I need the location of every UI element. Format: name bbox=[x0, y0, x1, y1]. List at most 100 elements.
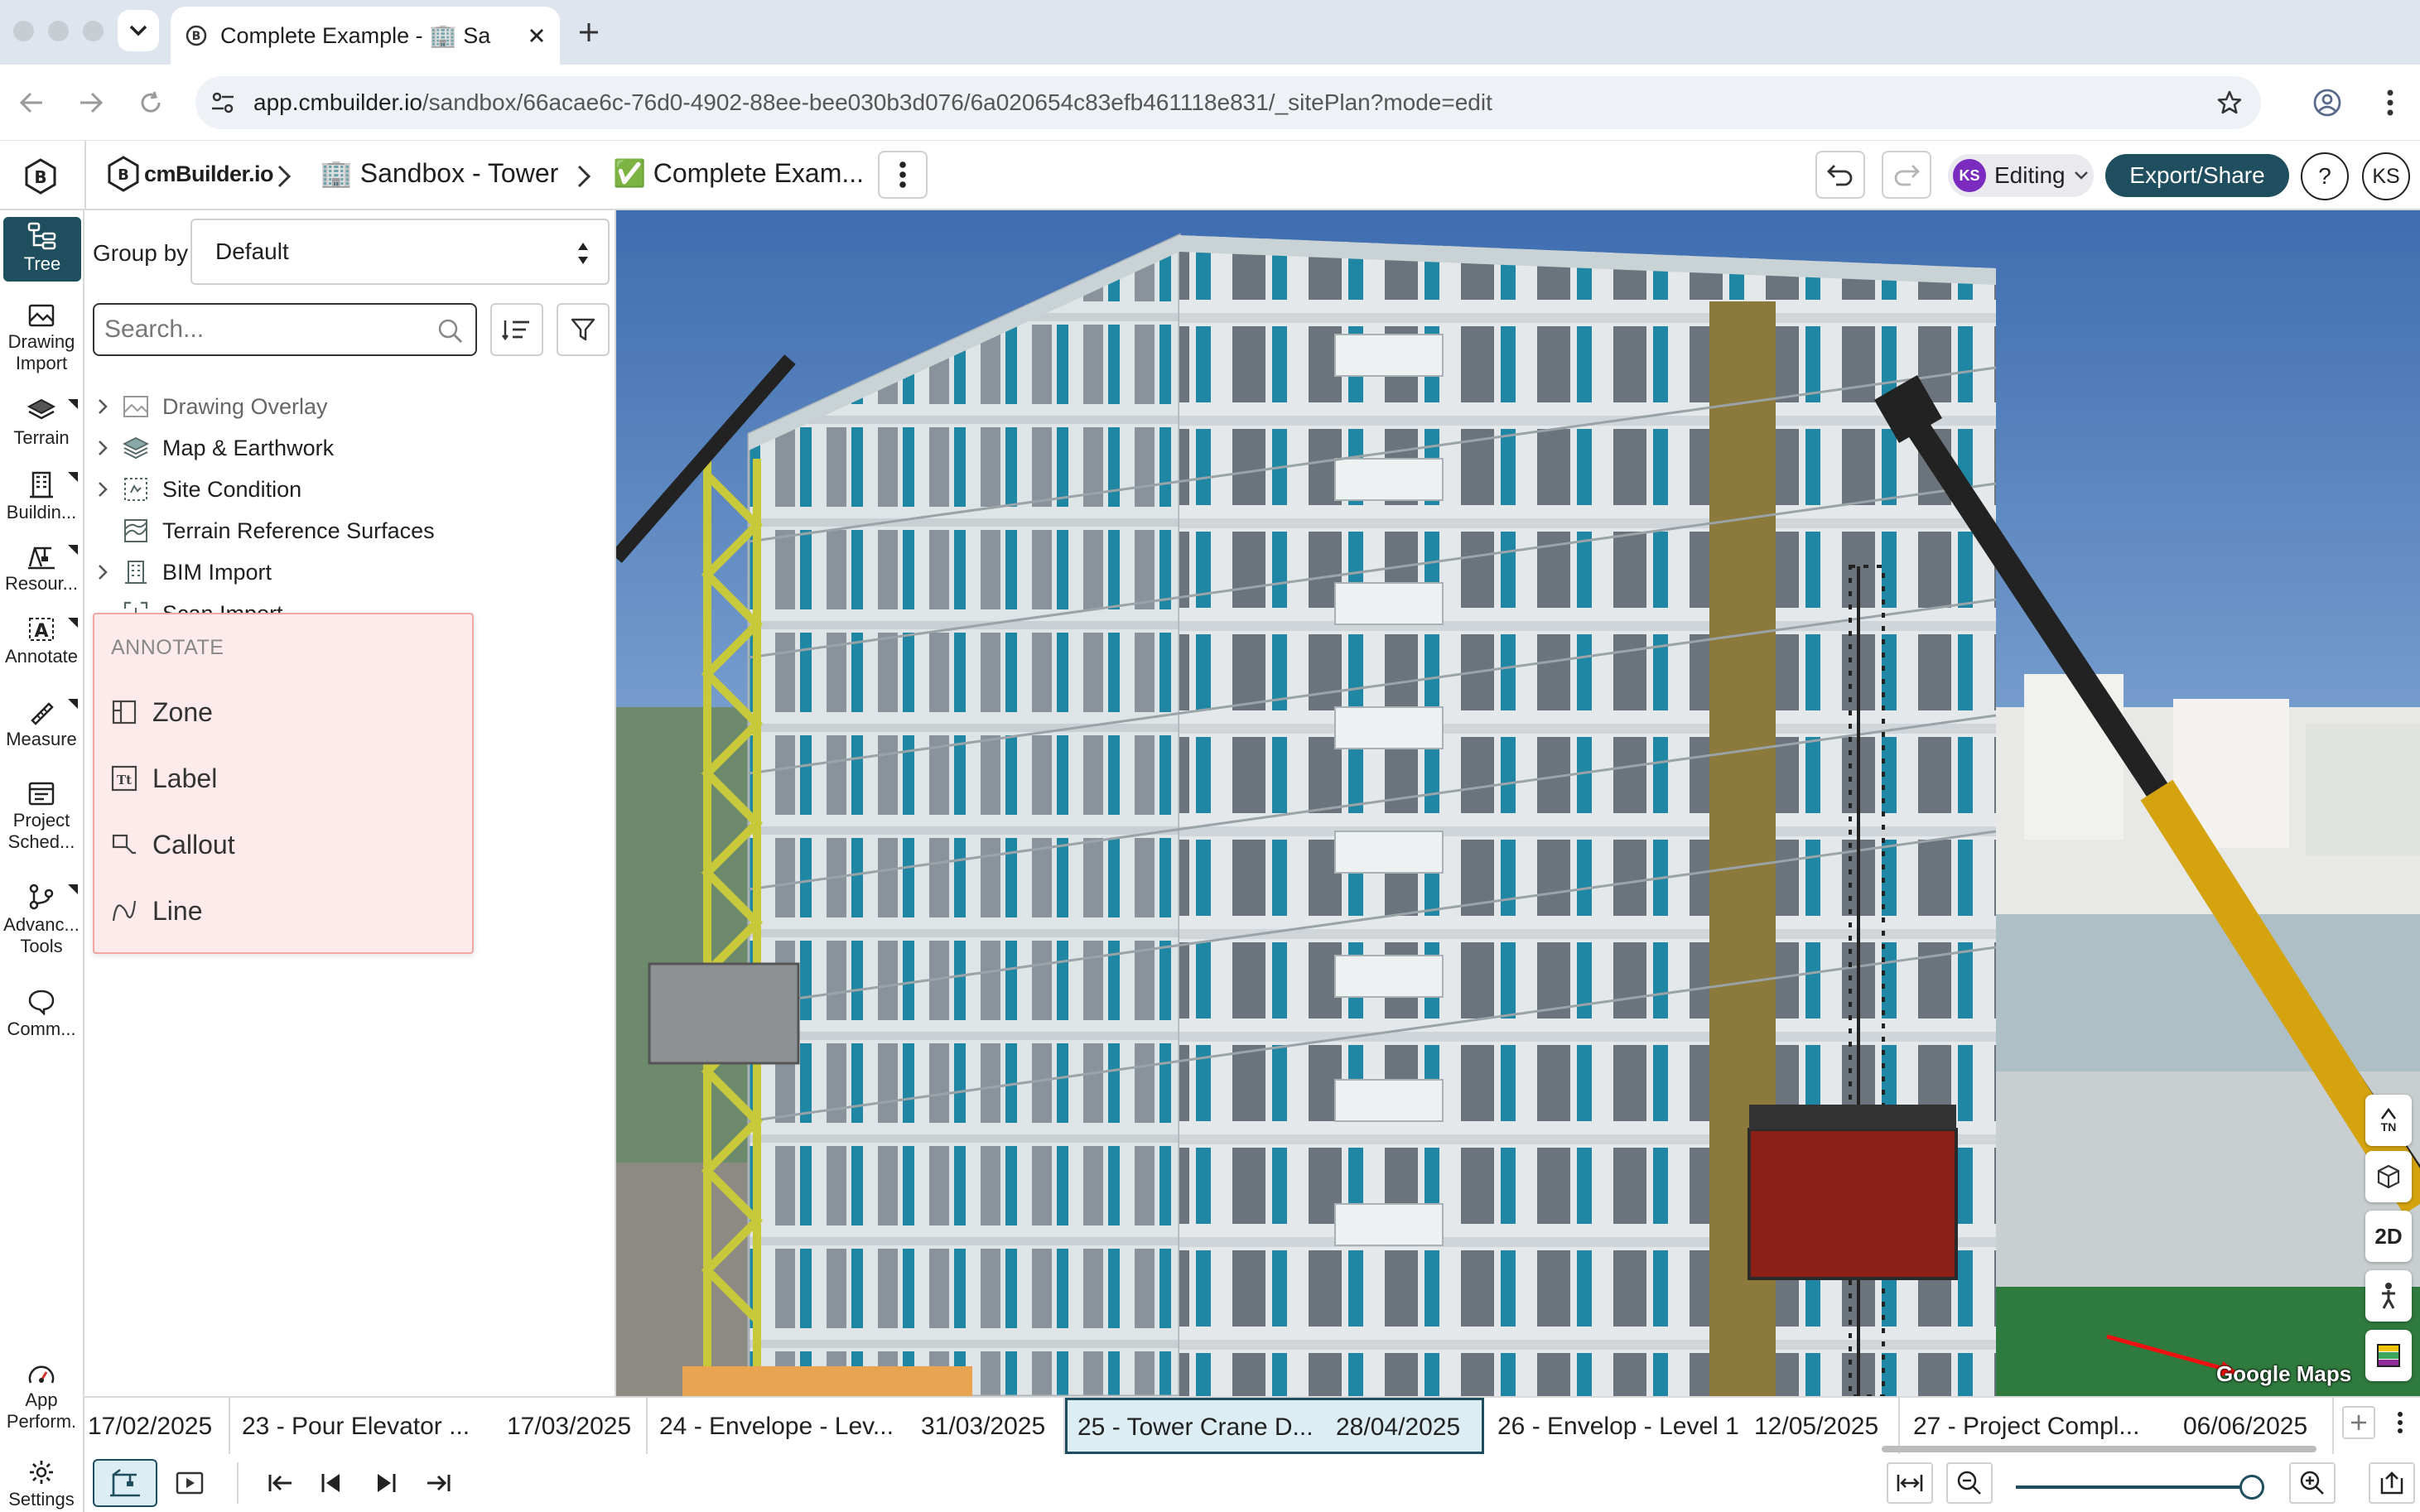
tree-sort-button[interactable] bbox=[490, 303, 543, 356]
timeline-segment[interactable]: 17/02/2025 bbox=[84, 1398, 230, 1454]
search-input[interactable] bbox=[104, 315, 419, 344]
ruler-pencil-icon bbox=[31, 702, 54, 725]
browser-tab-active[interactable]: B Complete Example - 🏢 Sa bbox=[171, 7, 560, 65]
view-cube-button[interactable] bbox=[2365, 1151, 2412, 1202]
window-close-button[interactable] bbox=[13, 21, 34, 41]
tree-item-label: Terrain Reference Surfaces bbox=[162, 518, 435, 543]
walk-mode-button[interactable] bbox=[2365, 1270, 2412, 1322]
building-icon bbox=[30, 471, 53, 498]
chevron-right-icon[interactable] bbox=[98, 481, 108, 498]
export-share-button[interactable]: Export/Share bbox=[2105, 154, 2289, 197]
annotate-line-item[interactable]: Line bbox=[109, 886, 457, 936]
site-settings-icon[interactable] bbox=[210, 91, 235, 114]
true-north-button[interactable]: TN bbox=[2365, 1095, 2412, 1146]
undo-button[interactable] bbox=[1815, 151, 1865, 199]
skip-to-end-button[interactable] bbox=[417, 1462, 459, 1504]
close-icon[interactable] bbox=[528, 27, 545, 44]
groupby-select[interactable]: Default bbox=[190, 219, 610, 285]
timeline-segment[interactable]: 26 - Envelop - Level 1 12/05/2025 bbox=[1484, 1398, 1900, 1454]
rail-app-performance-button[interactable]: App Perform. bbox=[0, 1363, 83, 1433]
tree-search-field[interactable] bbox=[93, 303, 477, 356]
zoom-out-button[interactable] bbox=[1946, 1462, 1993, 1504]
rail-settings-button[interactable]: Settings bbox=[0, 1459, 83, 1510]
step-back-button[interactable] bbox=[311, 1462, 353, 1504]
redo-button[interactable] bbox=[1882, 151, 1931, 199]
address-bar[interactable]: app.cmbuilder.io/sandbox/66acae6c-76d0-4… bbox=[195, 76, 2261, 129]
forward-button[interactable] bbox=[73, 84, 109, 121]
tree-item-drawing-overlay[interactable]: Drawing Overlay bbox=[84, 388, 615, 426]
chevron-right-icon[interactable] bbox=[98, 398, 108, 415]
annotate-item-label: Label bbox=[152, 763, 218, 793]
browser-toolbar: app.cmbuilder.io/sandbox/66acae6c-76d0-4… bbox=[0, 65, 2420, 141]
tree-item-terrain-reference-surfaces[interactable]: Terrain Reference Surfaces bbox=[84, 512, 615, 550]
rail-measure-button[interactable]: Measure bbox=[0, 697, 83, 750]
chevron-right-icon[interactable] bbox=[98, 564, 108, 580]
help-button[interactable]: ? bbox=[2301, 152, 2349, 200]
profile-button[interactable] bbox=[2309, 84, 2345, 121]
tree-item-map-earthwork[interactable]: Map & Earthwork bbox=[84, 429, 615, 467]
bookmark-star-icon[interactable] bbox=[2216, 89, 2243, 116]
zoom-slider-track[interactable] bbox=[2016, 1486, 2264, 1489]
user-initials: KS bbox=[2372, 164, 2400, 188]
skip-to-start-button[interactable] bbox=[260, 1462, 301, 1504]
google-maps-attribution: Google Maps bbox=[2216, 1361, 2352, 1386]
rail-tree-button[interactable]: Tree bbox=[3, 217, 81, 282]
timeline-segment-active[interactable]: 25 - Tower Crane D... 28/04/2025 bbox=[1065, 1398, 1484, 1454]
timeline-more-button[interactable] bbox=[2384, 1406, 2417, 1439]
editing-mode-dropdown[interactable]: KS Editing bbox=[1948, 154, 2094, 197]
rail-advanced-tools-button[interactable]: Advanc... Tools bbox=[0, 883, 83, 957]
add-phase-button[interactable] bbox=[2342, 1406, 2375, 1439]
window-minimize-button[interactable] bbox=[48, 21, 69, 41]
rail-drawing-import-button[interactable]: Drawing Import bbox=[0, 303, 83, 374]
breadcrumb-project[interactable]: 🏢 Sandbox - Tower bbox=[320, 157, 558, 189]
cmbuilder-logo[interactable]: B cmBuilder.io bbox=[106, 156, 274, 192]
rail-building-button[interactable]: Buildin... bbox=[0, 470, 83, 523]
breadcrumb-plan[interactable]: ✅ Complete Exam... bbox=[613, 157, 864, 189]
user-avatar-button[interactable]: KS bbox=[2362, 152, 2410, 200]
timeline-segment[interactable]: 23 - Pour Elevator ... 17/03/2025 bbox=[230, 1398, 648, 1454]
cmbuilder-app-logo-icon[interactable]: B bbox=[22, 157, 60, 195]
svg-text:Tt: Tt bbox=[117, 773, 132, 787]
rail-label: Advanc... bbox=[3, 914, 80, 935]
browser-menu-button[interactable] bbox=[2372, 84, 2408, 121]
tree-item-bim-import[interactable]: BIM Import bbox=[84, 553, 615, 591]
plan-more-button[interactable] bbox=[878, 151, 928, 199]
2d-view-button[interactable]: 2D bbox=[2365, 1211, 2412, 1262]
tree-item-label: Site Condition bbox=[162, 476, 302, 502]
layer-style-button[interactable] bbox=[2365, 1330, 2412, 1381]
2d-label: 2D bbox=[2374, 1223, 2403, 1249]
back-button[interactable] bbox=[13, 84, 50, 121]
drawing-overlay-icon bbox=[123, 396, 148, 417]
reload-button[interactable] bbox=[133, 84, 169, 121]
tree-item-site-condition[interactable]: Site Condition bbox=[84, 470, 615, 508]
annotate-callout-item[interactable]: Callout bbox=[109, 820, 457, 869]
annotate-zone-item[interactable]: Zone bbox=[109, 687, 457, 737]
rail-terrain-button[interactable]: Terrain bbox=[0, 397, 83, 449]
zoom-in-button[interactable] bbox=[2289, 1462, 2336, 1504]
zoom-slider-handle[interactable] bbox=[2239, 1475, 2264, 1500]
tab-search-button[interactable] bbox=[118, 10, 159, 51]
rail-annotate-button[interactable]: A Annotate bbox=[0, 616, 83, 667]
rail-label: Measure bbox=[6, 729, 77, 749]
rail-project-schedule-button[interactable]: Project Sched... bbox=[0, 780, 83, 853]
tree-filter-button[interactable] bbox=[557, 303, 610, 356]
rail-resources-button[interactable]: Resour... bbox=[0, 543, 83, 595]
annotate-label-item[interactable]: Tt Label bbox=[109, 754, 457, 803]
fit-timeline-button[interactable] bbox=[1887, 1462, 1933, 1504]
site-view-toggle-button[interactable] bbox=[93, 1459, 157, 1507]
window-maximize-button[interactable] bbox=[83, 21, 104, 41]
3d-viewport[interactable] bbox=[616, 210, 2420, 1396]
export-timeline-button[interactable] bbox=[2369, 1462, 2415, 1504]
chevron-right-icon[interactable] bbox=[98, 440, 108, 456]
timeline-scrollbar[interactable] bbox=[1882, 1446, 2316, 1452]
layers-icon bbox=[27, 398, 56, 420]
step-forward-button[interactable] bbox=[364, 1462, 406, 1504]
rail-label: Comm... bbox=[7, 1018, 76, 1039]
rail-comments-button[interactable]: Comm... bbox=[0, 989, 83, 1040]
new-tab-button[interactable] bbox=[570, 13, 608, 51]
timeline-segment[interactable]: 24 - Envelope - Lev... 31/03/2025 bbox=[648, 1398, 1065, 1454]
avatar: KS bbox=[1953, 159, 1986, 192]
north-label: TN bbox=[2380, 1120, 2397, 1134]
presentation-mode-button[interactable] bbox=[169, 1462, 210, 1504]
redo-icon bbox=[1894, 165, 1920, 186]
